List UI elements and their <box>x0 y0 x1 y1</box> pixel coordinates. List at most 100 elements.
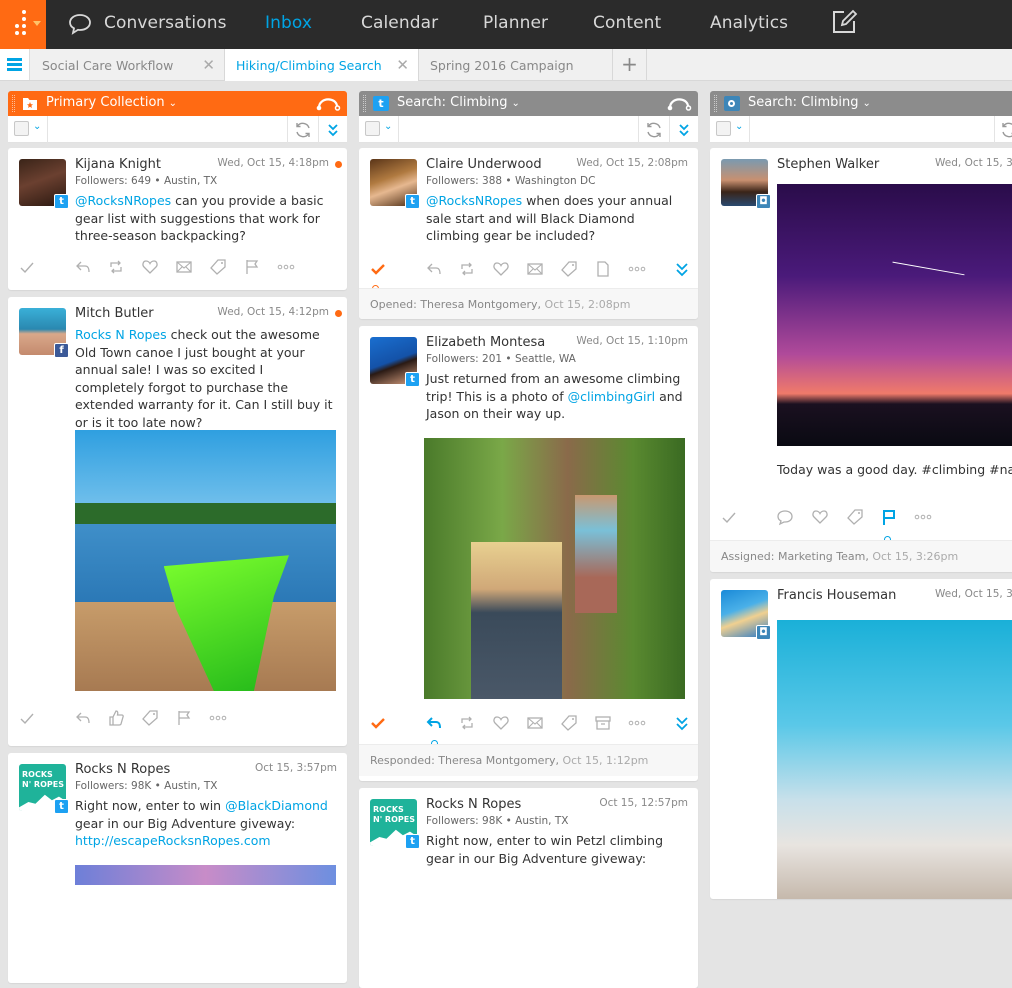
column-header[interactable]: Search: Climbing⌄ <box>710 91 1012 116</box>
mention-link[interactable]: Rocks N Ropes <box>75 327 167 342</box>
mention-link[interactable]: @RocksNRopes <box>426 193 522 208</box>
more-icon[interactable] <box>628 260 646 278</box>
thumbs-up-icon[interactable] <box>107 709 125 727</box>
more-icon[interactable] <box>209 709 227 727</box>
like-icon[interactable] <box>811 508 829 526</box>
mail-icon[interactable] <box>526 260 544 278</box>
canoe-on-lake-photo[interactable] <box>75 430 336 691</box>
author-name[interactable]: Mitch Butler <box>75 306 154 321</box>
archive-icon[interactable] <box>594 714 612 732</box>
drag-handle[interactable] <box>714 95 717 112</box>
nav-calendar[interactable]: Calendar <box>361 13 438 33</box>
column-title[interactable]: Search: Climbing⌄ <box>397 95 520 110</box>
close-icon[interactable]: ✕ <box>202 56 215 74</box>
author-name[interactable]: Claire Underwood <box>426 157 542 172</box>
tab-hiking-climbing-search[interactable]: Hiking/Climbing Search ✕ <box>225 49 419 81</box>
add-tab-button[interactable]: + <box>613 49 647 80</box>
stream-activity-icon[interactable] <box>315 95 341 111</box>
check-done-icon[interactable] <box>369 260 387 278</box>
message-card[interactable]: f Mitch Butler Wed, Oct 15, 4:12pm Rocks… <box>8 297 347 746</box>
url-link[interactable]: http://escapeRocksnRopes.com <box>75 833 271 848</box>
nav-planner[interactable]: Planner <box>483 13 548 33</box>
like-icon[interactable] <box>141 258 159 276</box>
close-icon[interactable]: ✕ <box>396 56 409 74</box>
check-icon[interactable] <box>18 709 36 727</box>
nav-content[interactable]: Content <box>593 13 661 33</box>
drag-handle[interactable] <box>363 95 366 112</box>
mention-link[interactable]: @RocksNRopes <box>75 193 171 208</box>
flag-icon[interactable] <box>243 258 261 276</box>
tag-icon[interactable] <box>560 260 578 278</box>
check-icon[interactable] <box>18 258 36 276</box>
check-done-icon[interactable] <box>369 714 387 732</box>
stream-activity-icon[interactable] <box>666 95 692 111</box>
author-name[interactable]: Kijana Knight <box>75 157 161 172</box>
tag-icon[interactable] <box>846 508 864 526</box>
message-card[interactable]: ROCKSN' ROPES t Rocks N Ropes Followers:… <box>359 788 698 988</box>
select-all-checkbox[interactable] <box>716 121 731 136</box>
hikers-on-trail-photo[interactable] <box>424 438 685 699</box>
refresh-icon[interactable] <box>645 121 663 139</box>
app-logo-menu[interactable] <box>0 0 46 49</box>
message-card[interactable]: ◘ Stephen Walker Wed, Oct 15, 3:2 Today … <box>710 148 1012 572</box>
more-icon[interactable] <box>628 714 646 732</box>
reply-icon[interactable] <box>74 258 92 276</box>
compose-icon[interactable] <box>830 8 858 36</box>
document-icon[interactable] <box>594 260 612 278</box>
starry-night-sky-photo[interactable] <box>777 184 1012 446</box>
refresh-icon[interactable] <box>1000 121 1012 139</box>
select-all-checkbox[interactable] <box>14 121 29 136</box>
author-name[interactable]: Rocks N Ropes <box>75 762 170 777</box>
column-header[interactable]: Primary Collection⌄ <box>8 91 347 116</box>
message-card[interactable]: ROCKSN' ROPES t Rocks N Ropes Followers:… <box>8 753 347 983</box>
tab-spring-2016-campaign[interactable]: Spring 2016 Campaign <box>419 49 613 80</box>
author-name[interactable]: Francis Houseman <box>777 588 896 603</box>
chevron-down-icon[interactable]: ⌄ <box>33 121 41 132</box>
select-all-checkbox[interactable] <box>365 121 380 136</box>
retweet-icon[interactable] <box>458 260 476 278</box>
mention-link[interactable]: @BlackDiamond <box>225 798 328 813</box>
column-title[interactable]: Primary Collection⌄ <box>46 95 177 110</box>
expand-all-icon[interactable] <box>326 122 340 138</box>
author-name[interactable]: Stephen Walker <box>777 157 879 172</box>
tag-icon[interactable] <box>560 714 578 732</box>
more-icon[interactable] <box>914 508 932 526</box>
flag-active-icon[interactable] <box>880 508 898 526</box>
flag-icon[interactable] <box>175 709 193 727</box>
refresh-icon[interactable] <box>294 121 312 139</box>
reply-active-icon[interactable] <box>425 714 443 732</box>
chevron-down-icon[interactable]: ⌄ <box>735 121 743 132</box>
nav-inbox[interactable]: Inbox <box>265 13 312 33</box>
message-card[interactable]: ◘ Francis Houseman Wed, Oct 15, 3:1 <box>710 579 1012 899</box>
nav-conversations[interactable]: Conversations <box>104 13 227 33</box>
check-icon[interactable] <box>720 508 738 526</box>
hamburger-menu-icon[interactable] <box>0 49 30 80</box>
tab-social-care-workflow[interactable]: Social Care Workflow ✕ <box>31 49 225 80</box>
like-icon[interactable] <box>492 260 510 278</box>
mail-icon[interactable] <box>526 714 544 732</box>
drag-handle[interactable] <box>12 95 15 112</box>
retweet-icon[interactable] <box>107 258 125 276</box>
reply-icon[interactable] <box>425 260 443 278</box>
comment-icon[interactable] <box>776 508 794 526</box>
expand-all-icon[interactable] <box>677 122 691 138</box>
author-name[interactable]: Elizabeth Montesa <box>426 335 545 350</box>
expand-icon[interactable] <box>673 714 691 732</box>
expand-icon[interactable] <box>673 260 691 278</box>
post-photo[interactable] <box>75 865 336 885</box>
more-icon[interactable] <box>277 258 295 276</box>
tag-icon[interactable] <box>209 258 227 276</box>
tag-icon[interactable] <box>141 709 159 727</box>
message-card[interactable]: t Claire Underwood Followers: 388 • Wash… <box>359 148 698 319</box>
mention-link[interactable]: @climbingGirl <box>568 389 656 404</box>
column-title[interactable]: Search: Climbing⌄ <box>748 95 871 110</box>
author-name[interactable]: Rocks N Ropes <box>426 797 521 812</box>
mountain-summit-photo[interactable] <box>777 620 1012 899</box>
reply-icon[interactable] <box>74 709 92 727</box>
message-card[interactable]: t Kijana Knight Followers: 649 • Austin,… <box>8 148 347 290</box>
chevron-down-icon[interactable]: ⌄ <box>384 121 392 132</box>
message-card[interactable]: t Elizabeth Montesa Followers: 201 • Sea… <box>359 326 698 781</box>
mail-icon[interactable] <box>175 258 193 276</box>
retweet-icon[interactable] <box>458 714 476 732</box>
nav-analytics[interactable]: Analytics <box>710 13 788 33</box>
